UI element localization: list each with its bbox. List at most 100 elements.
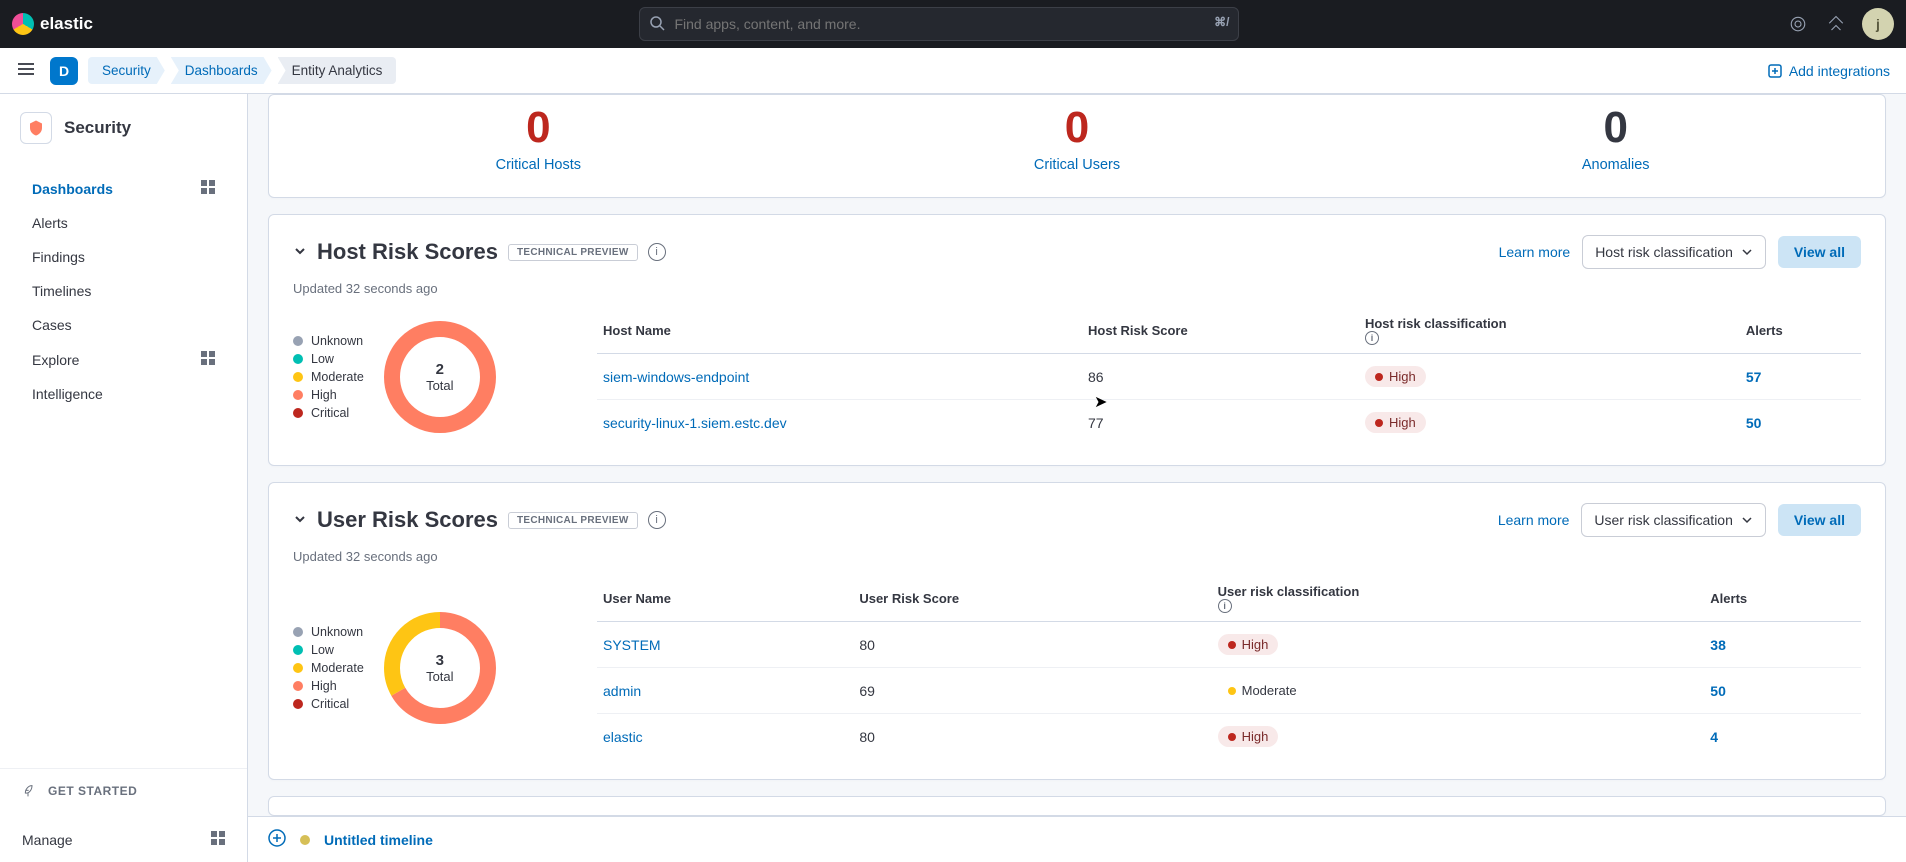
elastic-logo[interactable]: elastic [12, 13, 93, 35]
col-user-name[interactable]: User Name [597, 576, 853, 622]
col-user-score[interactable]: User Risk Score [853, 576, 1211, 622]
grid-icon[interactable] [211, 831, 225, 848]
sidebar-item-intelligence[interactable]: Intelligence [20, 378, 227, 410]
table-row: SYSTEM80High38 [597, 622, 1861, 668]
sidebar-item-cases[interactable]: Cases [20, 309, 227, 341]
sidebar-item-dashboards[interactable]: Dashboards [20, 172, 227, 205]
host-updated-text: Updated 32 seconds ago [293, 281, 1861, 296]
entity-link[interactable]: elastic [603, 729, 643, 745]
manage-link[interactable]: Manage [22, 832, 73, 848]
next-panel-peek [268, 796, 1886, 816]
newsfeed-icon[interactable] [1824, 12, 1848, 36]
stat-critical-users[interactable]: 0 Critical Users [808, 103, 1347, 173]
table-row: elastic80High4 [597, 714, 1861, 760]
host-classification-select[interactable]: Host risk classification [1582, 235, 1766, 269]
table-row: siem-windows-endpoint86High57 [597, 354, 1861, 400]
breadcrumbs: Security Dashboards Entity Analytics [88, 57, 402, 84]
chevron-down-icon[interactable] [293, 512, 307, 529]
main-content: 0 Critical Hosts 0 Critical Users 0 Anom… [248, 94, 1906, 862]
col-host-name[interactable]: Host Name [597, 308, 1082, 354]
legend-moderate[interactable]: Moderate [293, 661, 364, 675]
legend-high[interactable]: High [293, 388, 364, 402]
alerts-link[interactable]: 50 [1746, 415, 1762, 431]
technical-preview-badge: TECHNICAL PREVIEW [508, 512, 638, 529]
user-updated-text: Updated 32 seconds ago [293, 549, 1861, 564]
chevron-down-icon [1741, 246, 1753, 258]
menu-toggle-icon[interactable] [16, 59, 36, 82]
plus-circle-icon[interactable] [268, 829, 286, 850]
grid-icon[interactable] [201, 351, 215, 368]
risk-badge: High [1365, 412, 1426, 433]
user-view-all-button[interactable]: View all [1778, 504, 1861, 536]
legend-moderate[interactable]: Moderate [293, 370, 364, 384]
table-row: security-linux-1.siem.estc.dev77High50 [597, 400, 1861, 446]
user-classification-select[interactable]: User risk classification [1581, 503, 1765, 537]
global-search-input[interactable] [639, 7, 1239, 41]
security-app-icon [20, 112, 52, 144]
breadcrumb-security[interactable]: Security [88, 57, 165, 84]
chevron-down-icon[interactable] [293, 244, 307, 261]
alerts-link[interactable]: 4 [1710, 729, 1718, 745]
entity-link[interactable]: SYSTEM [603, 637, 661, 653]
risk-badge: High [1218, 726, 1279, 747]
col-user-classif[interactable]: User risk classification i [1212, 576, 1705, 622]
entity-link[interactable]: security-linux-1.siem.estc.dev [603, 415, 787, 431]
col-user-alerts[interactable]: Alerts [1704, 576, 1861, 622]
legend-critical[interactable]: Critical [293, 406, 364, 420]
host-view-all-button[interactable]: View all [1778, 236, 1861, 268]
info-icon[interactable]: i [648, 511, 666, 529]
user-avatar[interactable]: j [1862, 8, 1894, 40]
legend-high[interactable]: High [293, 679, 364, 693]
breadcrumb-bar: D Security Dashboards Entity Analytics A… [0, 48, 1906, 94]
host-risk-table: Host Name Host Risk Score Host risk clas… [597, 308, 1861, 445]
legend-unknown[interactable]: Unknown [293, 625, 364, 639]
timeline-status-dot [300, 835, 310, 845]
sidebar-item-findings[interactable]: Findings [20, 241, 227, 273]
host-risk-donut-chart: 2 Total [380, 317, 500, 437]
alerts-link[interactable]: 50 [1710, 683, 1726, 699]
alerts-link[interactable]: 38 [1710, 637, 1726, 653]
get-started-link[interactable]: GET STARTED [22, 783, 225, 799]
timeline-title[interactable]: Untitled timeline [324, 832, 433, 848]
user-risk-table: User Name User Risk Score User risk clas… [597, 576, 1861, 759]
alerts-link[interactable]: 57 [1746, 369, 1762, 385]
chevron-down-icon [1741, 514, 1753, 526]
legend-critical[interactable]: Critical [293, 697, 364, 711]
timeline-bar[interactable]: Untitled timeline [248, 816, 1906, 862]
stat-anomalies[interactable]: 0 Anomalies [1346, 103, 1885, 173]
stat-critical-hosts[interactable]: 0 Critical Hosts [269, 103, 808, 173]
user-risk-title: User Risk Scores [317, 507, 498, 533]
entity-link[interactable]: siem-windows-endpoint [603, 369, 749, 385]
risk-badge: High [1218, 634, 1279, 655]
risk-badge: Moderate [1218, 680, 1307, 701]
legend-low[interactable]: Low [293, 352, 364, 366]
col-host-score[interactable]: Host Risk Score [1082, 308, 1359, 354]
host-learn-more-link[interactable]: Learn more [1499, 244, 1571, 260]
info-icon[interactable]: i [1365, 331, 1379, 345]
risk-badge: High [1365, 366, 1426, 387]
entity-link[interactable]: admin [603, 683, 641, 699]
legend-low[interactable]: Low [293, 643, 364, 657]
sidebar-item-alerts[interactable]: Alerts [20, 207, 227, 239]
legend-unknown[interactable]: Unknown [293, 334, 364, 348]
host-risk-panel: Host Risk Scores TECHNICAL PREVIEW i Lea… [268, 214, 1886, 466]
col-host-alerts[interactable]: Alerts [1740, 308, 1861, 354]
sidebar-item-timelines[interactable]: Timelines [20, 275, 227, 307]
search-shortcut-hint: ⌘/ [1214, 15, 1229, 29]
space-badge[interactable]: D [50, 57, 78, 85]
user-risk-panel: User Risk Scores TECHNICAL PREVIEW i Lea… [268, 482, 1886, 780]
user-learn-more-link[interactable]: Learn more [1498, 512, 1570, 528]
add-integrations-link[interactable]: Add integrations [1767, 63, 1890, 79]
grid-icon[interactable] [201, 180, 215, 197]
info-icon[interactable]: i [648, 243, 666, 261]
assistant-icon[interactable] [1786, 12, 1810, 36]
sidebar-item-explore[interactable]: Explore [20, 343, 227, 376]
elastic-logo-text: elastic [40, 14, 93, 34]
breadcrumb-dashboards[interactable]: Dashboards [171, 57, 272, 84]
info-icon[interactable]: i [1218, 599, 1232, 613]
user-risk-donut-chart: 3 Total [380, 608, 500, 728]
top-navbar: elastic ⌘/ j [0, 0, 1906, 48]
table-row: admin69Moderate50 [597, 668, 1861, 714]
col-host-classif[interactable]: Host risk classification i [1359, 308, 1740, 354]
sidebar-title: Security [64, 118, 131, 138]
